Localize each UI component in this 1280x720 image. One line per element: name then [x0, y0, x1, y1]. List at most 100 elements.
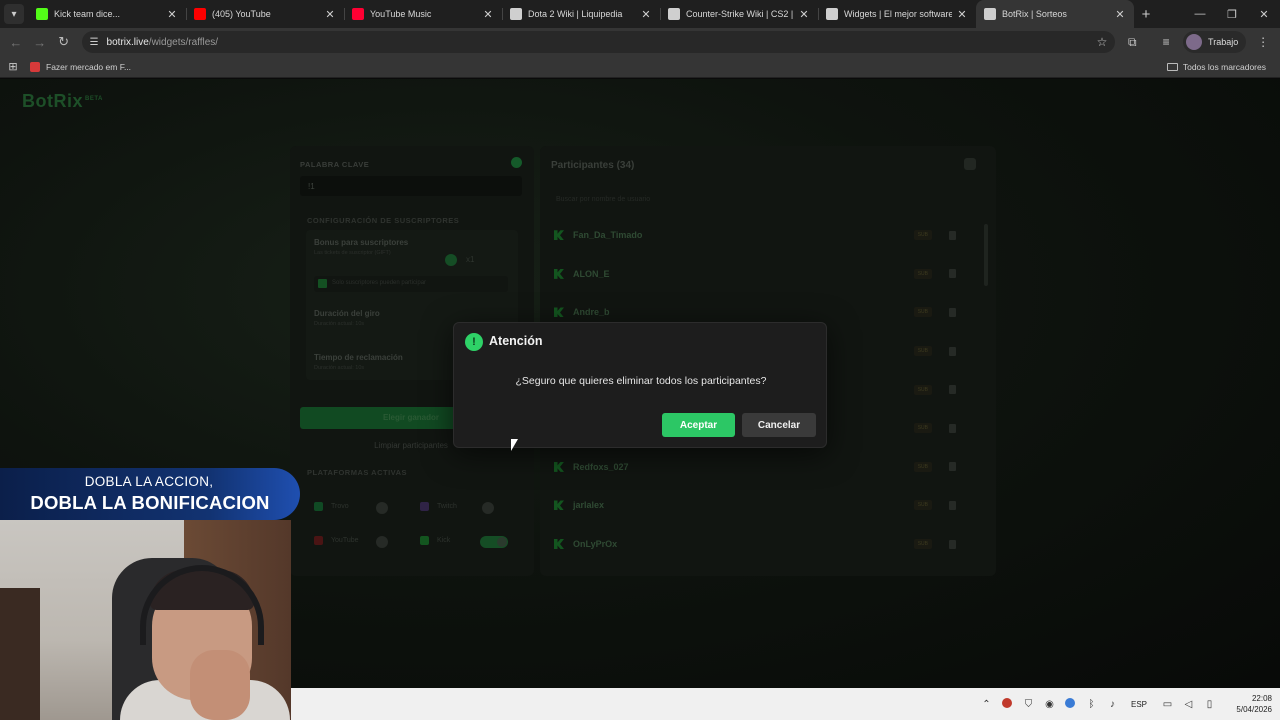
logo-badge: BETA	[85, 96, 103, 102]
microphone-icon[interactable]: ♪	[1102, 699, 1123, 710]
menu-icon[interactable]: ⋮	[1246, 35, 1280, 49]
bonus-title: Bonus para suscriptores	[314, 238, 409, 247]
keyword-input[interactable]: !1	[300, 176, 522, 196]
tab-close-icon[interactable]: ✕	[956, 8, 968, 21]
platform-label: Kick	[437, 537, 451, 544]
app-blue-icon[interactable]	[1060, 697, 1081, 711]
participant-row: ALON_E SUB	[548, 255, 978, 294]
forward-icon[interactable]: →	[28, 35, 52, 50]
tab-close-icon[interactable]: ✕	[166, 8, 178, 21]
trash-icon[interactable]	[949, 462, 956, 472]
only-subs-label: Solo suscriptores pueden participar	[332, 280, 427, 286]
participant-search-input[interactable]: Buscar por nombre de usuario	[548, 191, 982, 209]
trash-icon[interactable]	[949, 230, 956, 240]
bookmark-item[interactable]: Fazer mercado em F...	[30, 61, 131, 72]
bonus-multiplier-select[interactable]: x1	[466, 255, 474, 264]
trash-icon[interactable]	[949, 423, 956, 433]
app-tray-icon[interactable]	[997, 697, 1018, 711]
bookmark-star-icon[interactable]: ☆	[1097, 35, 1108, 49]
profile-label: Trabajo	[1208, 37, 1239, 47]
spin-duration-title: Duración del giro	[314, 309, 380, 318]
reload-icon[interactable]: ↻	[52, 34, 76, 50]
sub-badge: SUB	[913, 346, 932, 357]
platform-trovo: Trovo	[314, 502, 349, 511]
volume-icon[interactable]: ◁	[1178, 699, 1199, 710]
dialog-message: ¿Seguro que quieres eliminar todos los p…	[515, 375, 767, 387]
back-icon[interactable]: ←	[4, 35, 28, 50]
all-bookmarks-label: Todos los marcadores	[1182, 61, 1266, 72]
language-indicator[interactable]: ESP	[1131, 700, 1147, 709]
kick-toggle[interactable]	[480, 536, 508, 548]
site-info-icon[interactable]: ☰	[90, 37, 99, 48]
copy-icon[interactable]	[964, 158, 976, 170]
tab-favicon-icon	[826, 8, 838, 20]
browser-tab[interactable]: YouTube Music ✕	[344, 0, 502, 28]
participant-name: ALON_E	[573, 268, 610, 279]
tab-title: Kick team dice...	[54, 9, 121, 19]
tab-close-icon[interactable]: ✕	[1114, 8, 1126, 21]
avatar	[1186, 34, 1203, 50]
tab-favicon-icon	[984, 8, 996, 20]
url-host: botrix.live	[106, 36, 149, 48]
twitch-toggle[interactable]	[482, 502, 494, 514]
chevron-up-icon[interactable]: ⌃	[976, 699, 997, 710]
clock-time: 22:08	[1251, 694, 1272, 703]
network-icon[interactable]: ▭	[1157, 699, 1178, 710]
extensions-icon[interactable]: ⧉	[1115, 35, 1149, 50]
url-path: /widgets/raffles/	[148, 36, 219, 48]
taskbar: ⌃ ⛉ ◉ ᛒ ♪ ESP ▭ ◁ ▯ 22:08 5/04/2026	[291, 688, 1280, 720]
browser-tab[interactable]: BotRix | Sorteos ✕	[976, 0, 1134, 28]
spin-duration-subtitle: Duración actual: 10s	[314, 321, 365, 327]
trash-icon[interactable]	[949, 385, 956, 395]
tab-close-icon[interactable]: ✕	[798, 8, 810, 21]
profile-button[interactable]: Trabajo	[1183, 31, 1247, 53]
new-tab-button[interactable]: +	[1134, 6, 1158, 23]
youtube-icon	[314, 536, 323, 545]
browser-tab[interactable]: Widgets | El mejor software pa ✕	[818, 0, 976, 28]
accept-button[interactable]: Aceptar	[662, 413, 735, 437]
participant-row: Fan_Da_Timado SUB	[548, 216, 978, 255]
close-window-icon[interactable]: ✕	[1248, 8, 1280, 21]
tab-title: Widgets | El mejor software pa	[844, 9, 952, 19]
browser-tab[interactable]: Dota 2 Wiki | Liquipedia ✕	[502, 0, 660, 28]
address-bar[interactable]: ☰ botrix.live/widgets/raffles/ ☆	[81, 31, 1116, 53]
reading-list-icon[interactable]: ≡	[1149, 35, 1183, 49]
cancel-button[interactable]: Cancelar	[742, 413, 816, 437]
steam-icon[interactable]: ◉	[1039, 699, 1060, 710]
tab-close-icon[interactable]: ✕	[640, 8, 652, 21]
shield-icon[interactable]: ⛉	[1018, 699, 1039, 710]
trash-icon[interactable]	[949, 307, 956, 317]
browser-tab[interactable]: (405) YouTube ✕	[186, 0, 344, 28]
only-subs-checkbox[interactable]	[318, 279, 327, 288]
browser-tab[interactable]: Counter-Strike Wiki | CS2 | Liqu ✕	[660, 0, 818, 28]
sub-badge: SUB	[913, 500, 932, 511]
participant-name: Andre_b	[573, 307, 610, 318]
trovo-icon	[314, 502, 323, 511]
promo-banner: DOBLA LA ACCION, DOBLA LA BONIFICACION	[0, 468, 300, 520]
clock[interactable]: 22:08 5/04/2026	[1220, 693, 1280, 715]
bonus-toggle[interactable]	[445, 254, 457, 266]
youtube-toggle[interactable]	[376, 536, 388, 548]
trash-icon[interactable]	[949, 346, 956, 356]
trovo-toggle[interactable]	[376, 502, 388, 514]
battery-icon[interactable]: ▯	[1199, 699, 1220, 710]
all-bookmarks[interactable]: Todos los marcadores	[1166, 61, 1266, 72]
participants-scrollbar[interactable]	[984, 224, 988, 286]
trash-icon[interactable]	[949, 500, 956, 510]
bluetooth-icon[interactable]: ᛒ	[1081, 699, 1102, 710]
tab-close-icon[interactable]: ✕	[482, 8, 494, 21]
restore-icon[interactable]: ❐	[1216, 8, 1248, 21]
minimize-icon[interactable]: —	[1184, 8, 1216, 21]
tab-close-icon[interactable]: ✕	[324, 8, 336, 21]
trash-icon[interactable]	[949, 269, 956, 279]
only-subs-row[interactable]: Solo suscriptores pueden participar	[314, 276, 508, 292]
browser-tab[interactable]: Kick team dice... ✕	[28, 0, 186, 28]
subs-section-label: CONFIGURACIÓN DE SUSCRIPTORES	[307, 216, 460, 225]
trash-icon[interactable]	[949, 539, 956, 549]
tab-search-icon[interactable]: ▾	[4, 4, 24, 24]
bookmark-favicon-icon	[30, 61, 40, 72]
warning-icon: !	[465, 333, 483, 351]
apps-grid-icon[interactable]: ⊞	[0, 60, 26, 73]
participant-name: Redfoxs_027	[573, 461, 629, 472]
tab-title: YouTube Music	[370, 9, 432, 19]
